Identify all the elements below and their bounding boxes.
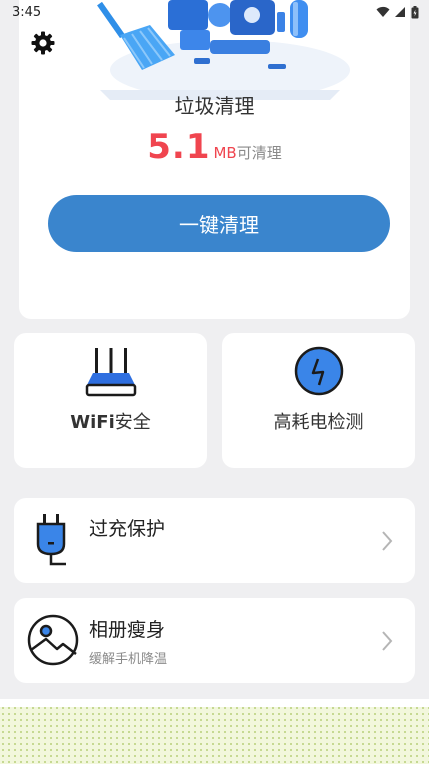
bottom-banner[interactable] bbox=[0, 699, 429, 764]
high-power-detect-tile[interactable]: 高耗电检测 bbox=[222, 333, 415, 468]
plug-icon bbox=[36, 514, 66, 566]
cleanable-unit: MB bbox=[213, 144, 237, 162]
wifi-security-label: WiFi安全 bbox=[70, 412, 151, 433]
junk-clean-title: 垃圾清理 bbox=[174, 94, 255, 118]
overcharge-protection-row[interactable]: 过充保护 bbox=[14, 498, 415, 583]
overcharge-protection-title: 过充保护 bbox=[89, 518, 166, 540]
album-slimming-title: 相册瘦身 bbox=[89, 619, 166, 641]
one-click-clean-button[interactable]: 一键清理 bbox=[48, 195, 390, 252]
settings-button[interactable] bbox=[29, 29, 57, 57]
wifi-security-tile[interactable]: WiFi安全 bbox=[14, 333, 207, 468]
photo-icon bbox=[27, 614, 79, 666]
router-icon bbox=[85, 348, 136, 397]
album-slimming-subtitle: 缓解手机降温 bbox=[89, 652, 168, 667]
status-icons bbox=[376, 5, 419, 19]
high-power-detect-label: 高耗电检测 bbox=[273, 412, 364, 433]
cleanable-size: 5.1 MB 可清理 bbox=[0, 127, 429, 167]
chevron-right-icon bbox=[382, 531, 393, 551]
cleanable-suffix: 可清理 bbox=[236, 144, 282, 162]
cleanable-amount: 5.1 bbox=[147, 127, 211, 167]
signal-icon bbox=[395, 7, 405, 17]
album-slimming-row[interactable]: 相册瘦身 缓解手机降温 bbox=[14, 598, 415, 683]
lightning-icon bbox=[294, 346, 343, 396]
app-screen: 3:45 垃圾清理 5.1 MB 可清理 一键清理 WiFi安全 高耗电检测 过… bbox=[0, 0, 429, 764]
banner-top-strip bbox=[0, 699, 429, 707]
chevron-right-icon bbox=[382, 631, 393, 651]
gear-icon bbox=[31, 31, 55, 55]
wifi-icon bbox=[376, 6, 390, 17]
status-bar: 3:45 bbox=[0, 0, 429, 24]
battery-icon bbox=[411, 5, 419, 18]
status-time: 3:45 bbox=[12, 4, 42, 20]
